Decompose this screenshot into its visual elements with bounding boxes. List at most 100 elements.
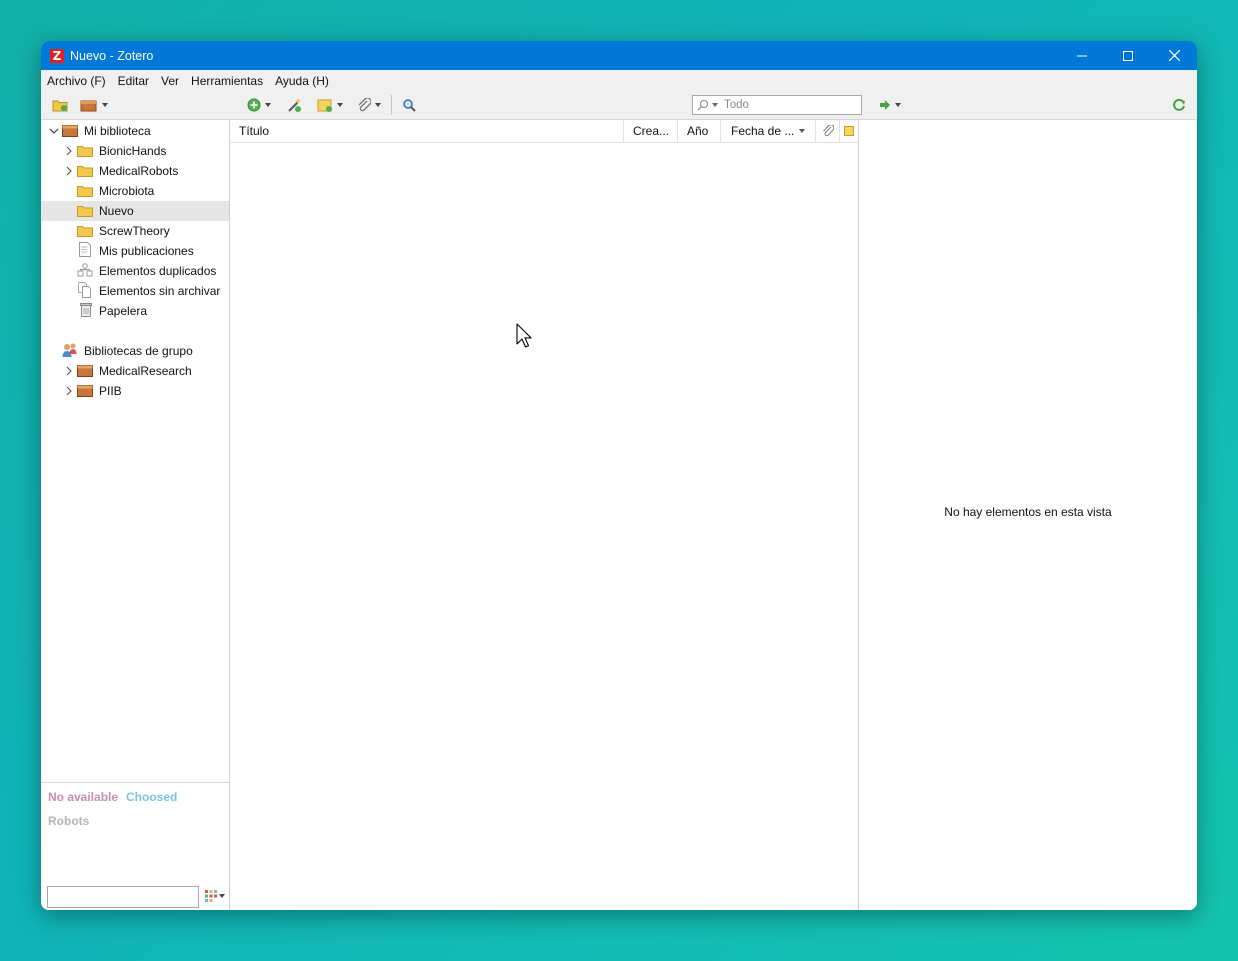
column-notes[interactable] [839,120,858,142]
menu-ayuda[interactable]: Ayuda (H) [269,74,335,88]
group-medicalresearch[interactable]: MedicalResearch [41,361,229,381]
tag-selector: No available Choosed Robots [41,782,229,910]
chevron-right-icon[interactable] [64,146,74,156]
new-collection-button[interactable] [52,96,68,114]
sync-button[interactable] [1172,96,1186,114]
search-input[interactable]: Todo [692,95,862,115]
items-column-header: Título Crea... Año Fecha de ... [230,120,858,143]
add-attachment-button[interactable] [357,96,381,114]
chevron-down-icon [337,103,343,107]
maximize-icon [1123,50,1133,61]
title-bar: Z Nuevo - Zotero [41,41,1197,70]
document-icon [79,242,91,257]
collection-microbiota[interactable]: Microbiota [41,181,229,201]
group-piib[interactable]: PIIB [41,381,229,401]
window-title: Nuevo - Zotero [70,48,154,63]
duplicates-icon [77,263,93,277]
tag-no-available[interactable]: No available [48,790,118,804]
toolbar-divider [391,95,392,115]
tag-grid-icon [205,890,217,902]
library-icon [77,365,93,377]
folder-icon [77,166,93,177]
tree-label: PIIB [99,384,122,398]
column-creator[interactable]: Crea... [623,120,677,142]
chevron-right-icon[interactable] [64,166,74,176]
tag-actions-button[interactable] [205,890,225,902]
column-label: Título [239,124,270,138]
chevron-right-icon[interactable] [64,386,74,396]
group-icon [62,343,77,357]
close-icon [1168,50,1180,61]
tree-item-my-library[interactable]: Mi biblioteca [41,121,229,141]
menu-ver[interactable]: Ver [155,74,185,88]
arrow-right-icon [880,100,890,110]
column-date-added[interactable]: Fecha de ... [720,120,815,142]
tree-item-group-libraries[interactable]: Bibliotecas de grupo [41,341,229,361]
library-icon [77,385,93,397]
new-note-button[interactable] [317,96,343,114]
sync-icon [1173,98,1185,111]
collection-bionichands[interactable]: BionicHands [41,141,229,161]
tree-label: Bibliotecas de grupo [84,344,193,358]
chevron-down-icon[interactable] [49,126,59,136]
tree-label: ScrewTheory [99,224,170,238]
sort-descending-icon [799,129,806,133]
close-button[interactable] [1151,41,1197,70]
tag-robots[interactable]: Robots [48,814,89,828]
tree-label: Mis publicaciones [99,244,194,258]
minimize-button[interactable] [1059,41,1105,70]
tree-item-trash[interactable]: Papelera [41,301,229,321]
menu-herramientas[interactable]: Herramientas [185,74,269,88]
menu-editar[interactable]: Editar [112,74,155,88]
maximize-button[interactable] [1105,41,1151,70]
tag-choosed[interactable]: Choosed [126,790,177,804]
empty-view-message: No hay elementos en esta vista [944,505,1112,519]
magnifier-icon [403,99,416,112]
chevron-down-icon [895,103,901,107]
new-item-button[interactable] [247,96,271,114]
advanced-search-button[interactable] [402,96,416,114]
column-year[interactable]: Año [677,120,720,142]
folder-icon [77,186,93,197]
folder-icon [77,226,93,237]
chevron-right-icon[interactable] [64,366,74,376]
tree-item-duplicates[interactable]: Elementos duplicados [41,261,229,281]
collection-screwtheory[interactable]: ScrewTheory [41,221,229,241]
search-icon [697,99,709,111]
chevron-down-icon [375,103,381,107]
tree-label: Mi biblioteca [84,124,151,138]
folder-icon [77,206,93,217]
add-by-identifier-button[interactable] [286,96,302,114]
column-label: Crea... [633,124,670,138]
menu-archivo[interactable]: Archivo (F) [41,74,112,88]
search-placeholder: Todo [724,99,749,111]
search-mode-dropdown-icon[interactable] [712,103,718,107]
chevron-down-icon [219,894,225,898]
trash-icon [80,303,92,317]
column-label: Año [687,124,709,138]
collection-nuevo[interactable]: Nuevo [41,201,229,221]
column-title[interactable]: Título [230,120,623,142]
library-icon [62,125,78,137]
toolbar: Todo [41,91,1197,120]
new-library-button[interactable] [80,96,108,114]
minimize-icon [1077,55,1087,56]
new-collection-icon [52,100,68,112]
new-library-icon [80,100,97,112]
tree-item-my-publications[interactable]: Mis publicaciones [41,241,229,261]
note-icon [317,99,332,112]
locate-button[interactable] [879,96,901,114]
chevron-down-icon [102,103,108,107]
column-label: Fecha de ... [731,124,795,138]
mouse-cursor-icon [516,323,532,348]
paperclip-icon [358,98,371,112]
zotero-logo-icon: Z [50,48,64,63]
magic-wand-icon [288,98,301,112]
add-icon [247,98,261,112]
collection-medicalrobots[interactable]: MedicalRobots [41,161,229,181]
collections-pane: Mi biblioteca BionicHands MedicalRobots … [41,120,230,910]
tree-item-unfiled[interactable]: Elementos sin archivar [41,281,229,301]
column-attachments[interactable] [815,120,839,142]
tag-filter-input[interactable] [47,886,199,908]
tree-label: MedicalRobots [99,164,179,178]
